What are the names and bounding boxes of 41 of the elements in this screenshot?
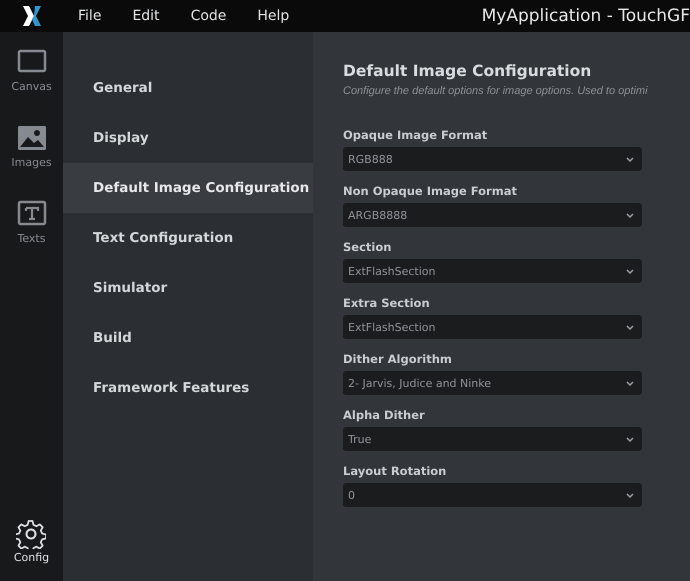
chevron-icon [626, 324, 634, 330]
nav-item[interactable]: Text Configuration [63, 213, 313, 263]
texts-tab[interactable]: Texts [16, 200, 46, 260]
dropdown[interactable]: ExtFlashSection [343, 315, 642, 339]
images-tab[interactable]: Images [11, 124, 52, 184]
field-label: Layout Rotation [343, 464, 448, 478]
dropdown[interactable]: 2- Jarvis, Judice and Ninke [343, 371, 642, 395]
menu-item[interactable]: Code [176, 8, 242, 24]
dropdown[interactable]: RGB888 [343, 147, 642, 171]
nav-item[interactable]: Display [63, 113, 313, 163]
dropdown[interactable]: ARGB8888 [343, 203, 642, 227]
nav-item[interactable]: Simulator [63, 263, 313, 313]
nav-item[interactable]: Build [63, 313, 313, 363]
settings-icon [16, 519, 46, 549]
dropdown[interactable]: ExtFlashSection [343, 259, 642, 283]
field-label: Section [343, 240, 392, 254]
dropdown[interactable]: True [343, 427, 642, 451]
menu-item[interactable]: File [63, 8, 118, 24]
chevron-icon [626, 156, 634, 162]
canvas-tab[interactable]: Canvas [11, 48, 52, 108]
chevron-icon [626, 436, 634, 442]
field-label: Dither Algorithm [343, 352, 453, 366]
nav-item[interactable]: Default Image Configuration [63, 163, 313, 213]
chevron-icon [626, 380, 634, 386]
logo-icon [22, 5, 42, 27]
nav-item[interactable]: General [63, 63, 313, 113]
section-description: Configure the default options for image options. Used to optimi [343, 85, 649, 97]
window-title: MyApplication - TouchGF [480, 6, 690, 26]
menu-item[interactable]: Edit [117, 8, 176, 24]
chevron-icon [626, 268, 634, 274]
menu-item[interactable]: Help [242, 8, 306, 24]
field-label: Opaque Image Format [343, 128, 488, 142]
field-label: Extra Section [343, 296, 431, 310]
config-tab[interactable]: Config [14, 519, 50, 579]
section-title: Default Image Configuration [343, 62, 592, 80]
dropdown[interactable]: 0 [343, 483, 642, 507]
field-label: Alpha Dither [343, 408, 426, 422]
chevron-icon [626, 492, 634, 498]
field-label: Non Opaque Image Format [343, 184, 518, 198]
chevron-icon [626, 212, 634, 218]
nav-item[interactable]: Framework Features [63, 363, 313, 413]
